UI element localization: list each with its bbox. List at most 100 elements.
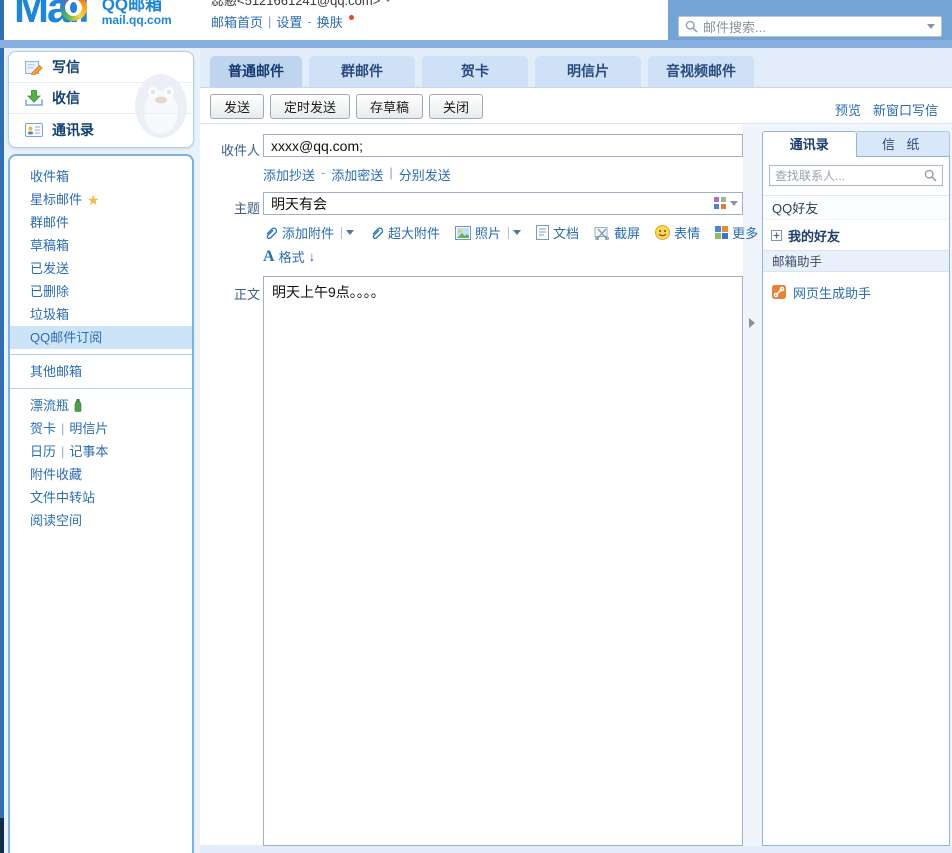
collapse-panel-handle[interactable] [749,318,755,328]
nav-skin-link[interactable]: 换肤 [317,12,343,31]
compose-card: 发送 定时发送 存草稿 关闭 预览 新窗口写信 收件人 添加抄送 - 添加密送 … [200,87,952,845]
paperclip-icon [369,225,384,240]
paperclip-icon [263,225,278,240]
contacts-my-friends[interactable]: 我的好友 [763,220,949,250]
search-scope-caret-icon[interactable] [927,24,935,29]
account-menu[interactable]: 惢憅<5121661241@qq.com> [211,0,392,8]
logo-wordmark: Mail [14,0,88,32]
format-toggle[interactable]: A 格式 ↓ [263,247,315,266]
contacts-panel-tabs: 通讯录 信 纸 [762,131,950,157]
body-textarea[interactable]: 明天上午9点。。。。 [263,276,743,846]
add-bcc-link[interactable]: 添加密送 [331,165,383,184]
header-nav: 邮箱首页 | 设置 - 换肤 [211,13,392,30]
folder-inbox[interactable]: 收件箱 [10,165,192,188]
subject-label: 主题 [212,198,260,217]
contact-search-box[interactable] [769,165,943,186]
subject-input[interactable] [263,192,743,215]
schedule-send-button[interactable]: 定时发送 [270,94,350,119]
header-search-area: 邮件搜索... [668,0,952,40]
attachment-caret-icon [346,230,354,235]
folder-sent[interactable]: 已发送 [10,257,192,280]
qq-mail-app: Mail QQ邮箱 mail.qq.com 惢憅<5121661241@qq.c… [0,0,952,853]
stationery-picker[interactable] [714,197,738,209]
format-label: 格式 [279,247,305,266]
folders-divider [10,354,192,355]
expand-plus-icon [771,230,782,241]
new-window-link[interactable]: 新窗口写信 [873,100,938,119]
photo-icon [455,226,471,240]
notification-dot [349,15,354,20]
tool-reading-space[interactable]: 阅读空间 [10,509,192,532]
nav-settings-link[interactable]: 设置 [276,12,302,31]
sidebar-item-contacts[interactable]: 通讯录 [9,114,193,145]
tool-file-transfer[interactable]: 文件中转站 [10,486,192,509]
folder-other-mailbox[interactable]: 其他邮箱 [10,360,192,383]
photo-button[interactable]: 照片 [455,223,521,242]
contacts-group-assistant[interactable]: 邮箱助手 [763,250,949,272]
sidebar-item-inbox-check[interactable]: 收信 [9,83,193,114]
sidebar-actions-panel: 写信 收信 通讯录 [8,51,194,148]
mail-search-box[interactable]: 邮件搜索... [678,16,942,37]
main-area: 普通邮件 群邮件 贺卡 明信片 音视频邮件 发送 定时发送 存草稿 关闭 [200,48,952,853]
tab-normal-mail[interactable]: 普通邮件 [210,56,302,87]
receive-mail-icon [25,90,43,106]
close-button[interactable]: 关闭 [429,94,483,119]
emoticon-button[interactable]: 表情 [655,223,700,242]
compose-top-links: 预览 新窗口写信 [835,100,938,119]
cc-bcc-row: 添加抄送 - 添加密送 | 分别发送 [263,165,451,184]
format-arrow: ↓ [309,249,316,264]
folder-starred[interactable]: 星标邮件 ★ [10,188,192,211]
send-button[interactable]: 发送 [210,94,264,119]
add-attachment-button[interactable]: 添加附件 [263,223,354,242]
add-cc-link[interactable]: 添加抄送 [263,165,315,184]
nav-separator: | [268,14,271,29]
preview-link[interactable]: 预览 [835,100,861,119]
tab-group-mail[interactable]: 群邮件 [309,56,415,87]
large-attachment-button[interactable]: 超大附件 [369,223,440,242]
sidebar-folders-panel: 收件箱 星标邮件 ★ 群邮件 草稿箱 已发送 已删除 垃圾箱 QQ邮件订阅 其他… [8,154,194,853]
to-input[interactable] [263,134,743,157]
folder-group-mail[interactable]: 群邮件 [10,211,192,234]
contacts-panel: 通讯录 信 纸 QQ好友 [762,131,950,846]
logo-product: QQ邮箱 [102,0,172,14]
stationery-grid-icon [714,197,726,209]
search-icon [685,20,698,33]
tool-calendar[interactable]: 日历 [30,440,56,463]
folder-drafts[interactable]: 草稿箱 [10,234,192,257]
tool-calendar-row: 日历 | 记事本 [10,440,192,463]
tab-greeting-card[interactable]: 贺卡 [422,56,528,87]
folder-spam[interactable]: 垃圾箱 [10,303,192,326]
tab-stationery[interactable]: 信 纸 [857,131,951,157]
web-page-assistant-item[interactable]: 网页生成助手 [763,277,949,307]
qqmail-logo[interactable]: Mail QQ邮箱 mail.qq.com [14,0,172,32]
tool-cards-row: 贺卡 | 明信片 [10,417,192,440]
contact-search-input[interactable] [775,169,924,183]
stationery-caret-icon [730,201,738,206]
tab-contacts[interactable]: 通讯录 [762,131,857,157]
tool-drift-bottle[interactable]: 漂流瓶 [10,394,192,417]
save-draft-button[interactable]: 存草稿 [356,94,423,119]
folder-deleted[interactable]: 已删除 [10,280,192,303]
body-label: 正文 [212,284,260,303]
account-block: 惢憅<5121661241@qq.com> 邮箱首页 | 设置 - 换肤 [211,0,392,30]
nav-home-link[interactable]: 邮箱首页 [211,12,263,31]
compose-type-tabs: 普通邮件 群邮件 贺卡 明信片 音视频邮件 [210,56,754,87]
document-button[interactable]: 文档 [536,223,579,242]
sidebar-item-compose[interactable]: 写信 [9,52,193,83]
tool-greeting-card[interactable]: 贺卡 [30,417,56,440]
tool-postcard[interactable]: 明信片 [69,417,108,440]
format-a-icon: A [263,248,275,266]
send-separately-link[interactable]: 分别发送 [399,165,451,184]
tab-av-mail[interactable]: 音视频邮件 [648,56,754,87]
contacts-group-qq-friends[interactable]: QQ好友 [763,195,949,220]
folders-divider [10,388,192,389]
tool-notebook[interactable]: 记事本 [69,440,108,463]
more-tools-button[interactable]: 更多 [715,223,758,242]
folder-qq-subscriptions[interactable]: QQ邮件订阅 [10,326,192,349]
tool-attachment-favorites[interactable]: 附件收藏 [10,463,192,486]
sidebar-contacts-label: 通讯录 [52,120,94,140]
tab-postcard[interactable]: 明信片 [535,56,641,87]
grid-more-icon [715,226,728,239]
toolbar-divider [200,123,952,124]
screenshot-button[interactable]: 截屏 [594,223,640,242]
